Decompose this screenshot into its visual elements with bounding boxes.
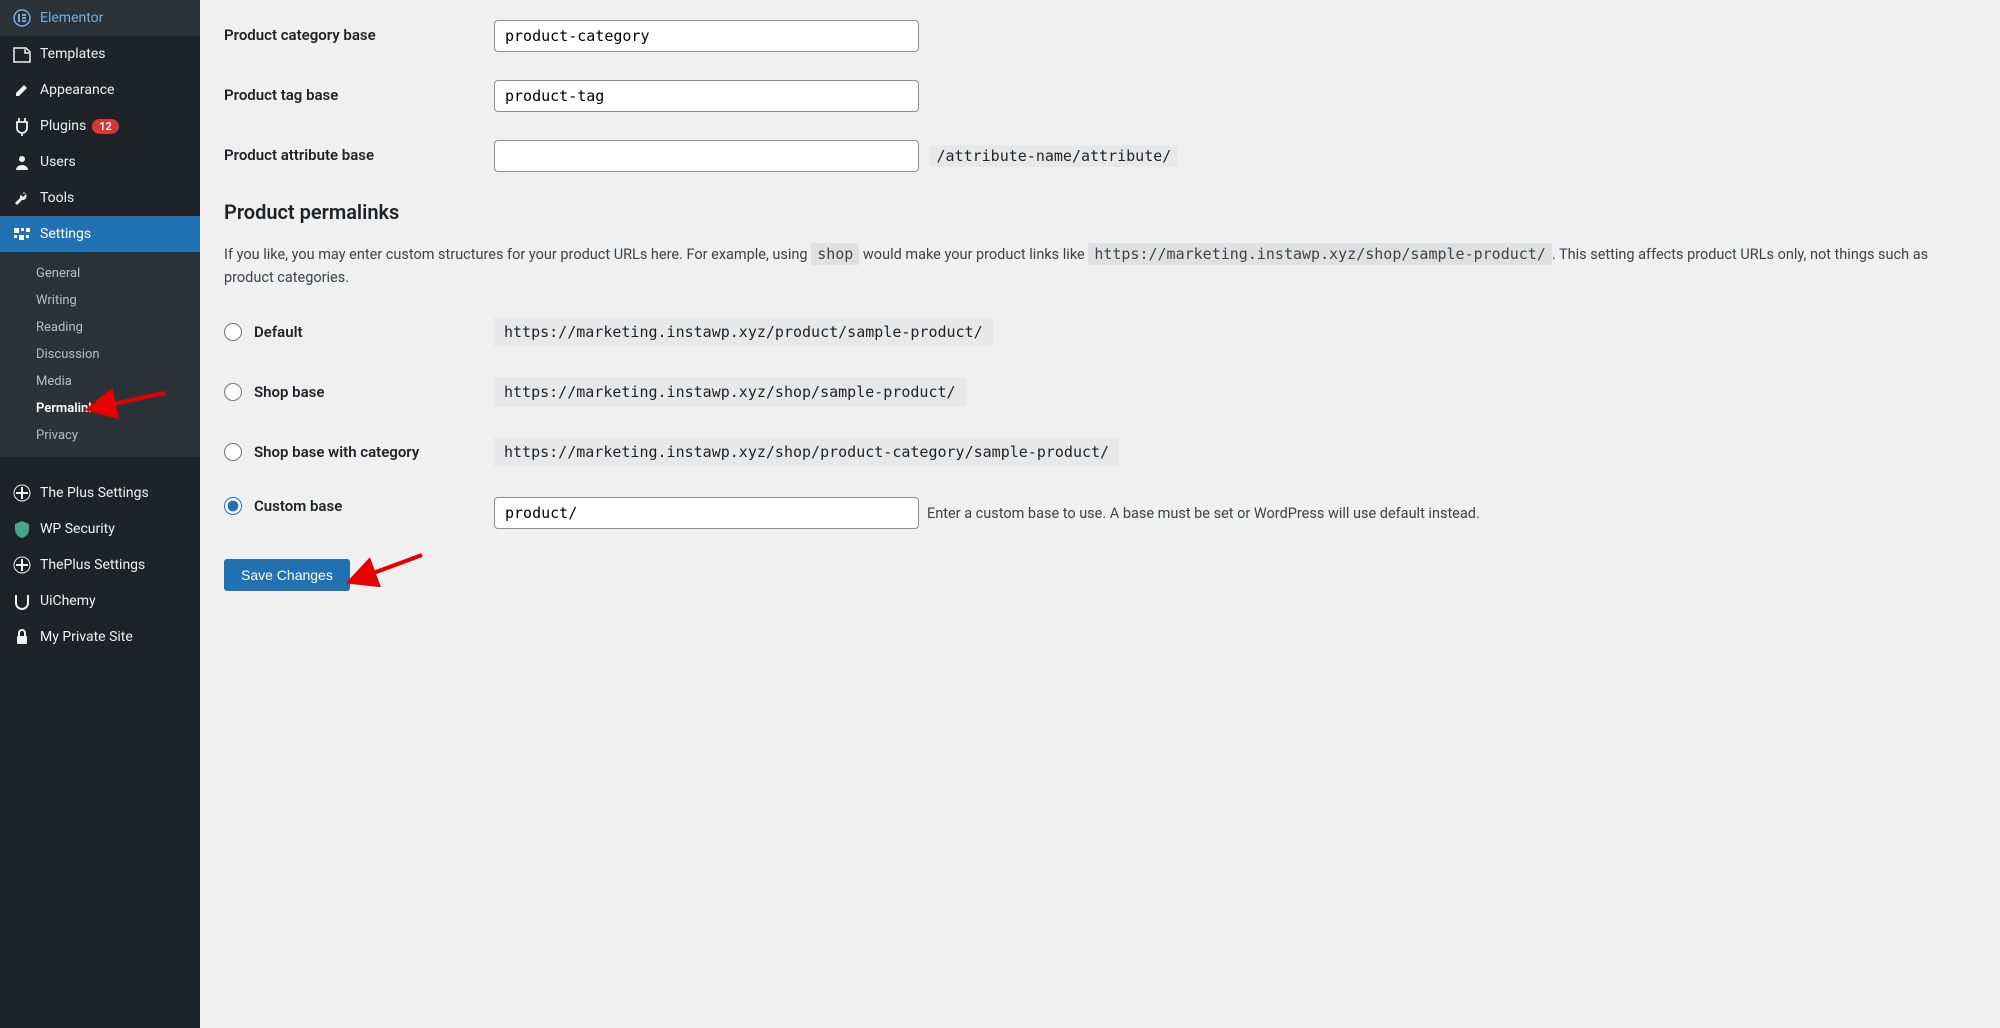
sidebar-label: WP Security	[40, 521, 115, 537]
permalink-radio-default[interactable]: Default	[224, 323, 494, 341]
sidebar-label: My Private Site	[40, 629, 133, 645]
main-content: Product category base Product tag base P…	[200, 0, 2000, 1028]
lock-icon	[12, 627, 32, 647]
permalinks-section-title: Product permalinks	[224, 200, 1976, 224]
product-tag-base-label: Product tag base	[224, 80, 494, 104]
sidebar-item-users[interactable]: Users	[0, 144, 200, 180]
sidebar-label: Users	[40, 154, 76, 170]
sidebar-submenu: General Writing Reading Discussion Media…	[0, 252, 200, 457]
sidebar-item-appearance[interactable]: Appearance	[0, 72, 200, 108]
plugins-icon	[12, 116, 32, 136]
sidebar-label: Elementor	[40, 10, 103, 26]
submenu-item-discussion[interactable]: Discussion	[0, 341, 200, 368]
submenu-item-privacy[interactable]: Privacy	[0, 422, 200, 449]
permalink-radio-shop-base-category[interactable]: Shop base with category	[224, 443, 494, 461]
sidebar-label: Templates	[40, 46, 106, 62]
appearance-icon	[12, 80, 32, 100]
submenu-item-writing[interactable]: Writing	[0, 287, 200, 314]
permalink-url-shop-base: https://marketing.instawp.xyz/shop/sampl…	[494, 377, 966, 407]
sidebar-item-elementor[interactable]: Elementor	[0, 0, 200, 36]
plugins-badge: 12	[92, 119, 119, 134]
elementor-icon	[12, 8, 32, 28]
plus-icon	[12, 555, 32, 575]
sidebar-item-settings[interactable]: Settings	[0, 216, 200, 252]
permalink-url-default: https://marketing.instawp.xyz/product/sa…	[494, 317, 993, 347]
templates-icon	[12, 44, 32, 64]
permalink-radio-shop-base-category-input[interactable]	[224, 443, 242, 461]
product-category-base-input[interactable]	[494, 20, 919, 52]
save-changes-button[interactable]: Save Changes	[224, 559, 350, 591]
product-tag-base-input[interactable]	[494, 80, 919, 112]
submenu-item-general[interactable]: General	[0, 260, 200, 287]
sidebar-item-wp-security[interactable]: WP Security	[0, 511, 200, 547]
annotation-arrow-icon	[362, 551, 432, 595]
ui-icon	[12, 591, 32, 611]
sidebar-label: Settings	[40, 226, 91, 242]
product-attribute-base-label: Product attribute base	[224, 140, 494, 164]
sidebar-label: Tools	[40, 190, 74, 206]
settings-icon	[12, 224, 32, 244]
admin-sidebar: Elementor Templates Appearance Plugins 1…	[0, 0, 200, 1028]
product-attribute-base-input[interactable]	[494, 140, 919, 172]
permalinks-description: If you like, you may enter custom struct…	[224, 242, 1976, 289]
sidebar-item-plugins[interactable]: Plugins 12	[0, 108, 200, 144]
sidebar-label: ThePlus Settings	[40, 557, 145, 573]
separator	[0, 457, 200, 475]
sidebar-label: The Plus Settings	[40, 485, 149, 501]
permalink-radio-default-input[interactable]	[224, 323, 242, 341]
sidebar-label: Appearance	[40, 82, 114, 98]
permalink-radio-shop-base-input[interactable]	[224, 383, 242, 401]
shield-icon	[12, 519, 32, 539]
custom-base-input[interactable]	[494, 497, 919, 529]
sidebar-item-tools[interactable]: Tools	[0, 180, 200, 216]
users-icon	[12, 152, 32, 172]
sidebar-label: Plugins	[40, 118, 86, 134]
sidebar-item-templates[interactable]: Templates	[0, 36, 200, 72]
custom-base-description: Enter a custom base to use. A base must …	[927, 502, 1480, 525]
permalink-radio-custom-input[interactable]	[224, 497, 242, 515]
sidebar-label: UiChemy	[40, 593, 96, 609]
attribute-base-hint: /attribute-name/attribute/	[930, 145, 1177, 167]
sidebar-item-theplus-settings[interactable]: The Plus Settings	[0, 475, 200, 511]
tools-icon	[12, 188, 32, 208]
permalink-radio-shop-base[interactable]: Shop base	[224, 383, 494, 401]
submenu-item-reading[interactable]: Reading	[0, 314, 200, 341]
product-category-base-label: Product category base	[224, 20, 494, 44]
permalink-radio-custom[interactable]: Custom base	[224, 497, 494, 515]
submenu-item-permalinks[interactable]: Permalinks	[0, 395, 200, 422]
sidebar-item-theplus-settings-2[interactable]: ThePlus Settings	[0, 547, 200, 583]
sidebar-item-my-private-site[interactable]: My Private Site	[0, 619, 200, 655]
permalink-url-shop-base-category: https://marketing.instawp.xyz/shop/produ…	[494, 437, 1119, 467]
plus-icon	[12, 483, 32, 503]
submenu-item-media[interactable]: Media	[0, 368, 200, 395]
sidebar-item-uichemy[interactable]: UiChemy	[0, 583, 200, 619]
